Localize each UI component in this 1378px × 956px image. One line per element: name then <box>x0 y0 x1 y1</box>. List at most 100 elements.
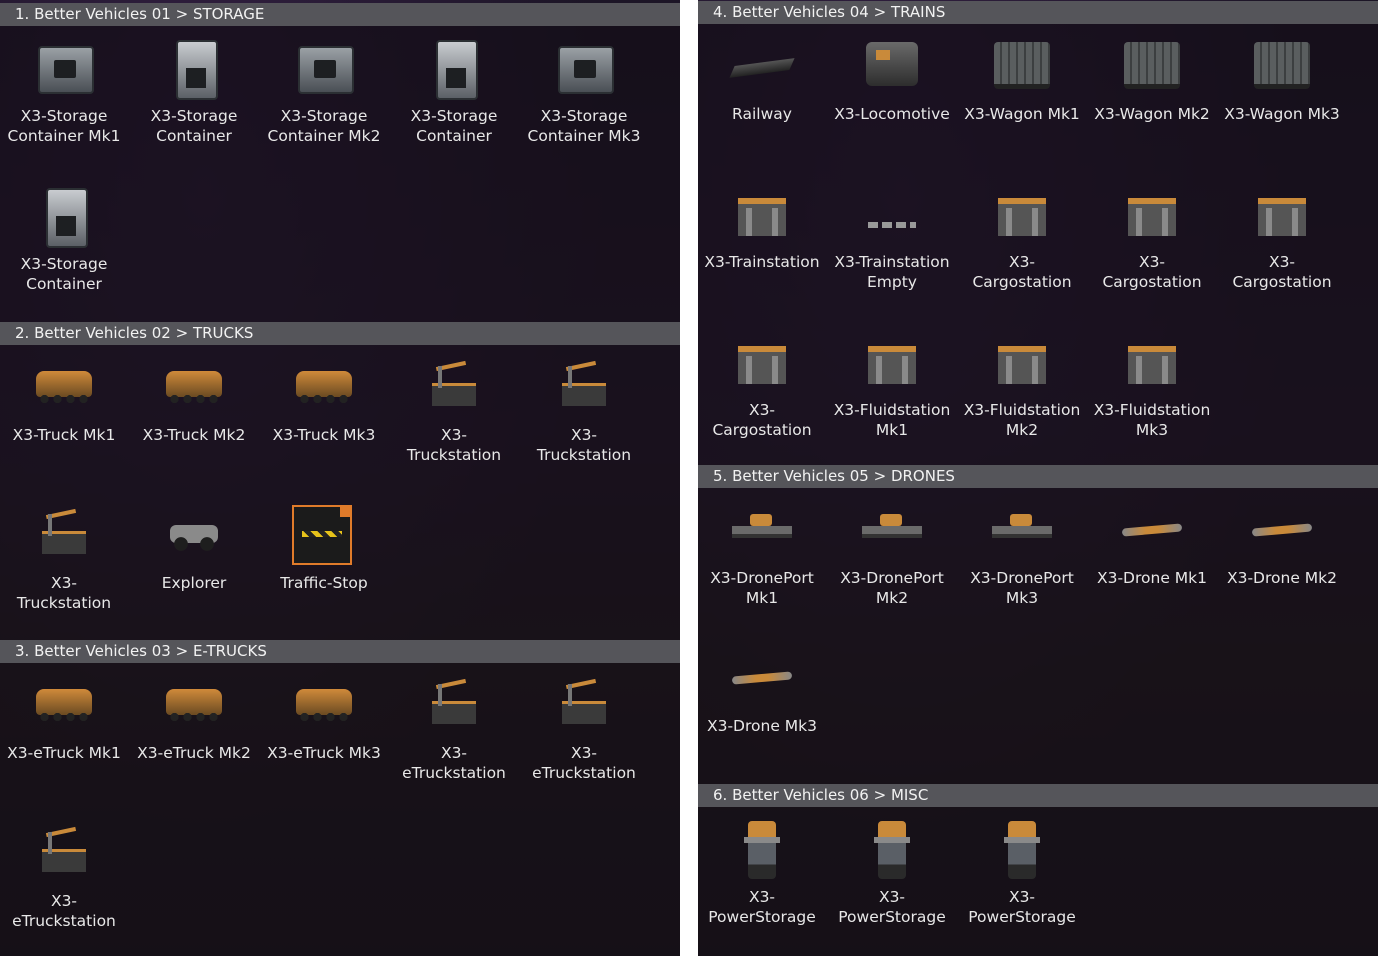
build-item[interactable]: X3- Cargostation <box>698 332 827 440</box>
section-header[interactable]: 4. Better Vehicles 04 > TRAINS <box>698 1 1378 24</box>
storage-container-tall-icon-shape <box>46 188 88 248</box>
section-header[interactable]: 5. Better Vehicles 05 > DRONES <box>698 465 1378 488</box>
storage-container-tall-icon <box>422 38 486 102</box>
build-item[interactable]: X3-Drone Mk3 <box>698 648 827 736</box>
truck-icon <box>32 675 96 739</box>
truckstation-icon <box>32 505 96 569</box>
power-storage-icon-shape <box>874 821 910 879</box>
cargostation-icon <box>1250 184 1314 248</box>
build-item[interactable]: X3-Drone Mk1 <box>1087 500 1217 588</box>
build-item-label: X3-DronePort Mk2 <box>840 569 944 607</box>
build-item[interactable]: X3-Fluidstation Mk1 <box>827 332 957 440</box>
truckstation-icon <box>422 357 486 421</box>
build-item-label: X3-Wagon Mk3 <box>1224 105 1340 123</box>
cargostation-icon-shape <box>998 192 1046 236</box>
truckstation-icon-shape <box>562 684 606 724</box>
build-item[interactable]: X3- Cargostation <box>957 184 1087 292</box>
build-item-label: X3- PowerStorage <box>838 888 946 926</box>
storage-container-tall-icon <box>162 38 226 102</box>
build-item-label: X3- eTruckstation <box>532 744 636 782</box>
cargostation-icon-shape <box>1128 192 1176 236</box>
section-header[interactable]: 2. Better Vehicles 02 > TRUCKS <box>0 322 680 345</box>
locomotive-icon <box>860 36 924 100</box>
build-item[interactable]: Railway <box>698 36 827 124</box>
cargostation-icon <box>990 184 1054 248</box>
build-item-label: X3- Truckstation <box>536 426 632 464</box>
storage-container-icon-shape <box>558 46 614 94</box>
section-header[interactable]: 1. Better Vehicles 01 > STORAGE <box>0 3 680 26</box>
build-item-label: X3- Truckstation <box>406 426 502 464</box>
build-item-label: X3- PowerStorage <box>708 888 816 926</box>
build-item[interactable]: X3-Storage Container Mk3 <box>519 38 649 146</box>
build-item[interactable]: X3- eTruckstation <box>389 675 519 783</box>
build-item-label: X3-Storage Container Mk1 <box>7 107 121 145</box>
storage-container-icon <box>32 38 96 102</box>
build-item[interactable]: X3- eTruckstation <box>0 823 129 931</box>
build-item[interactable]: X3- PowerStorage <box>827 819 957 927</box>
section-header[interactable]: 3. Better Vehicles 03 > E-TRUCKS <box>0 640 680 663</box>
locomotive-icon-shape <box>866 42 918 86</box>
build-item[interactable]: X3-Storage Container Mk1 <box>0 38 129 146</box>
build-item[interactable]: X3-DronePort Mk3 <box>957 500 1087 608</box>
drone-icon <box>1250 500 1314 564</box>
build-item-label: X3- Cargostation <box>1102 253 1202 291</box>
build-item-label: Traffic-Stop <box>280 574 368 592</box>
build-item[interactable]: X3- PowerStorage <box>698 819 827 927</box>
wagon-icon <box>1250 36 1314 100</box>
truckstation-icon-shape <box>432 684 476 724</box>
build-item[interactable]: X3-Wagon Mk1 <box>957 36 1087 124</box>
build-item[interactable]: X3-Truck Mk1 <box>0 357 129 445</box>
build-item-label: X3- Cargostation <box>1232 253 1332 291</box>
section-header[interactable]: 6. Better Vehicles 06 > MISC <box>698 784 1378 807</box>
build-item-label: X3-Locomotive <box>834 105 950 123</box>
droneport-icon <box>860 500 924 564</box>
build-item[interactable]: Traffic-Stop <box>259 505 389 593</box>
build-item[interactable]: X3-Wagon Mk2 <box>1087 36 1217 124</box>
fluidstation-icon-shape <box>1128 340 1176 384</box>
build-item[interactable]: X3- Cargostation <box>1217 184 1347 292</box>
build-item[interactable]: X3-Wagon Mk3 <box>1217 36 1347 124</box>
build-item[interactable]: X3-Fluidstation Mk3 <box>1087 332 1217 440</box>
build-item[interactable]: X3- Truckstation <box>0 505 129 613</box>
traffic-stop-icon <box>292 505 356 569</box>
build-item[interactable]: X3- Cargostation <box>1087 184 1217 292</box>
build-item-label: Explorer <box>161 574 227 592</box>
build-item[interactable]: X3-eTruck Mk1 <box>0 675 129 763</box>
truckstation-icon-shape <box>42 514 86 554</box>
build-item[interactable]: Explorer <box>129 505 259 593</box>
power-storage-icon <box>990 819 1054 883</box>
build-item[interactable]: X3-Storage Container <box>0 186 129 294</box>
build-item[interactable]: X3-Locomotive <box>827 36 957 124</box>
droneport-icon-shape <box>732 514 792 538</box>
build-item[interactable]: X3- eTruckstation <box>519 675 649 783</box>
build-item[interactable]: X3-eTruck Mk3 <box>259 675 389 763</box>
build-item[interactable]: X3-DronePort Mk1 <box>698 500 827 608</box>
build-item[interactable]: X3-Drone Mk2 <box>1217 500 1347 588</box>
build-item[interactable]: X3-Fluidstation Mk2 <box>957 332 1087 440</box>
build-item[interactable]: X3-Truck Mk3 <box>259 357 389 445</box>
build-item-label: X3-Truck Mk2 <box>142 426 246 444</box>
build-item[interactable]: X3-Truck Mk2 <box>129 357 259 445</box>
cargostation-icon-shape <box>1258 192 1306 236</box>
build-item[interactable]: X3-Storage Container Mk2 <box>259 38 389 146</box>
build-item[interactable]: X3-Storage Container <box>389 38 519 146</box>
wagon-icon-shape <box>994 42 1050 89</box>
build-item[interactable]: X3- Truckstation <box>519 357 649 465</box>
storage-container-icon <box>552 38 616 102</box>
build-item-label: X3-Storage Container <box>150 107 238 145</box>
truckstation-icon-shape <box>562 366 606 406</box>
fluidstation-icon <box>1120 332 1184 396</box>
truck-icon-shape <box>296 689 352 723</box>
build-item[interactable]: X3-eTruck Mk2 <box>129 675 259 763</box>
build-item-label: X3-Drone Mk2 <box>1226 569 1338 587</box>
build-item[interactable]: X3-Storage Container <box>129 38 259 146</box>
build-item[interactable]: X3-Trainstation <box>698 184 827 272</box>
build-item[interactable]: X3-DronePort Mk2 <box>827 500 957 608</box>
build-item[interactable]: X3- PowerStorage <box>957 819 1087 927</box>
build-item[interactable]: X3-Trainstation Empty <box>827 184 957 292</box>
build-item[interactable]: X3- Truckstation <box>389 357 519 465</box>
truck-icon <box>162 357 226 421</box>
droneport-icon-shape <box>862 514 922 538</box>
build-item-label: X3-Truck Mk3 <box>272 426 376 444</box>
droneport-icon <box>730 500 794 564</box>
